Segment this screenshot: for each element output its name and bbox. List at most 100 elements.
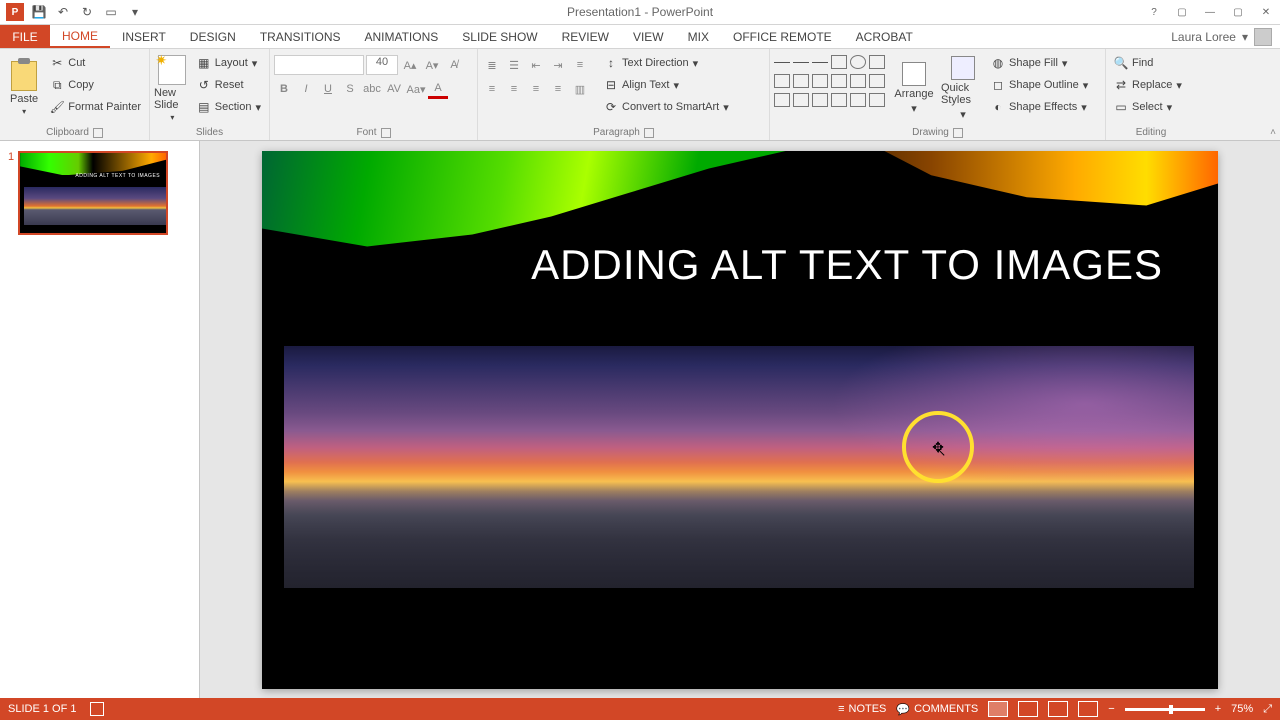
group-font: 40 A▴ A▾ A̸ B I U S abc AV Aa▾ A Font: [270, 49, 478, 140]
shrink-font-icon[interactable]: A▾: [422, 55, 442, 75]
replace-icon: ⇄: [1114, 78, 1128, 92]
tab-review[interactable]: REVIEW: [550, 25, 621, 48]
help-icon[interactable]: ?: [1140, 1, 1168, 23]
cut-button[interactable]: ✂Cut: [46, 53, 145, 73]
redo-icon[interactable]: ↻: [76, 1, 98, 23]
spell-check-icon[interactable]: [90, 702, 104, 716]
slide-canvas-area[interactable]: ADDING ALT TEXT TO IMAGES ✥: [200, 141, 1280, 698]
fit-to-window-icon[interactable]: ⤢: [1263, 703, 1272, 716]
undo-icon[interactable]: ↶: [52, 1, 74, 23]
grow-font-icon[interactable]: A▴: [400, 55, 420, 75]
arrange-button[interactable]: Arrange▾: [889, 51, 939, 125]
tab-design[interactable]: DESIGN: [178, 25, 248, 48]
italic-button[interactable]: I: [296, 79, 316, 99]
start-from-beginning-icon[interactable]: ▭: [100, 1, 122, 23]
text-direction-icon: ↕: [604, 56, 618, 70]
tab-home[interactable]: HOME: [50, 25, 110, 48]
normal-view-icon[interactable]: [988, 701, 1008, 717]
layout-icon: ▦: [197, 56, 211, 70]
spacing-button[interactable]: AV: [384, 79, 404, 99]
align-left-button[interactable]: ≡: [482, 79, 502, 99]
tab-mix[interactable]: MIX: [676, 25, 721, 48]
paragraph-launcher-icon[interactable]: [644, 128, 654, 138]
font-color-button[interactable]: A: [428, 79, 448, 99]
shadow-button[interactable]: abc: [362, 79, 382, 99]
underline-button[interactable]: U: [318, 79, 338, 99]
zoom-slider[interactable]: [1125, 708, 1205, 711]
slide-title[interactable]: ADDING ALT TEXT TO IMAGES: [531, 241, 1163, 289]
justify-button[interactable]: ≡: [548, 79, 568, 99]
slide-image[interactable]: [284, 346, 1194, 588]
tab-file[interactable]: FILE: [0, 25, 50, 48]
strikethrough-button[interactable]: S: [340, 79, 360, 99]
minimize-icon[interactable]: ―: [1196, 1, 1224, 23]
copy-button[interactable]: ⧉Copy: [46, 75, 145, 95]
reset-button[interactable]: ↺Reset: [193, 75, 265, 95]
convert-smartart-button[interactable]: ⟳Convert to SmartArt▾: [600, 97, 733, 117]
align-text-button[interactable]: ⊟Align Text▾: [600, 75, 733, 95]
tab-transitions[interactable]: TRANSITIONS: [248, 25, 353, 48]
bullets-button[interactable]: ≣: [482, 55, 502, 75]
zoom-in-icon[interactable]: +: [1215, 703, 1221, 715]
numbering-button[interactable]: ☰: [504, 55, 524, 75]
tab-animations[interactable]: ANIMATIONS: [352, 25, 450, 48]
app-logo: P: [4, 1, 26, 23]
text-direction-button[interactable]: ↕Text Direction▾: [600, 53, 733, 73]
shape-outline-button[interactable]: ◻Shape Outline▾: [987, 75, 1092, 95]
shape-fill-button[interactable]: ◍Shape Fill▾: [987, 53, 1092, 73]
slide-counter[interactable]: SLIDE 1 OF 1: [8, 703, 76, 715]
tab-office-remote[interactable]: OFFICE REMOTE: [721, 25, 844, 48]
tab-slideshow[interactable]: SLIDE SHOW: [450, 25, 549, 48]
sorter-view-icon[interactable]: [1018, 701, 1038, 717]
paste-button[interactable]: Paste ▾: [4, 51, 44, 125]
comments-button[interactable]: 💬 COMMENTS: [896, 703, 978, 716]
notes-button[interactable]: ≡ NOTES: [838, 703, 886, 715]
tab-acrobat[interactable]: ACROBAT: [844, 25, 925, 48]
slideshow-view-icon[interactable]: [1078, 701, 1098, 717]
zoom-level[interactable]: 75%: [1231, 703, 1253, 715]
user-account[interactable]: Laura Loree▾: [1163, 25, 1280, 48]
section-button[interactable]: ▤Section▾: [193, 97, 265, 117]
change-case-button[interactable]: Aa▾: [406, 79, 426, 99]
slide-thumbnail[interactable]: ADDING ALT TEXT TO IMAGES: [18, 151, 168, 235]
new-slide-button[interactable]: New Slide ▾: [154, 51, 191, 125]
select-button[interactable]: ▭Select▾: [1110, 97, 1192, 117]
drawing-launcher-icon[interactable]: [953, 128, 963, 138]
fill-icon: ◍: [991, 56, 1005, 70]
shape-effects-button[interactable]: ◐Shape Effects▾: [987, 97, 1092, 117]
close-icon[interactable]: ✕: [1252, 1, 1280, 23]
columns-button[interactable]: ▥: [570, 79, 590, 99]
font-family-select[interactable]: [274, 55, 364, 75]
slide[interactable]: ADDING ALT TEXT TO IMAGES ✥: [262, 151, 1218, 689]
format-painter-button[interactable]: 🖌Format Painter: [46, 97, 145, 117]
clear-formatting-icon[interactable]: A̸: [444, 55, 464, 75]
smartart-icon: ⟳: [604, 100, 618, 114]
layout-button[interactable]: ▦Layout▾: [193, 53, 265, 73]
qat-dropdown-icon[interactable]: ▾: [124, 1, 146, 23]
font-launcher-icon[interactable]: [381, 128, 391, 138]
shapes-gallery[interactable]: [774, 51, 887, 125]
group-clipboard: Paste ▾ ✂Cut ⧉Copy 🖌Format Painter Clipb…: [0, 49, 150, 140]
section-icon: ▤: [197, 100, 211, 114]
group-paragraph: ≣ ☰ ⇤ ⇥ ≡ ≡ ≡ ≡ ≡ ▥ ↕Text Direction▾ ⊟Al…: [478, 49, 770, 140]
find-button[interactable]: 🔍Find: [1110, 53, 1192, 73]
replace-button[interactable]: ⇄Replace▾: [1110, 75, 1192, 95]
zoom-out-icon[interactable]: −: [1108, 703, 1114, 715]
quick-access-toolbar: P 💾 ↶ ↻ ▭ ▾: [0, 1, 146, 23]
maximize-icon[interactable]: ▢: [1224, 1, 1252, 23]
tab-insert[interactable]: INSERT: [110, 25, 178, 48]
decrease-indent-button[interactable]: ⇤: [526, 55, 546, 75]
ribbon-display-icon[interactable]: ▢: [1168, 1, 1196, 23]
bold-button[interactable]: B: [274, 79, 294, 99]
font-size-select[interactable]: 40: [366, 55, 398, 75]
align-right-button[interactable]: ≡: [526, 79, 546, 99]
increase-indent-button[interactable]: ⇥: [548, 55, 568, 75]
line-spacing-button[interactable]: ≡: [570, 55, 590, 75]
save-icon[interactable]: 💾: [28, 1, 50, 23]
reading-view-icon[interactable]: [1048, 701, 1068, 717]
collapse-ribbon-icon[interactable]: ˄: [1270, 127, 1276, 138]
clipboard-launcher-icon[interactable]: [93, 128, 103, 138]
tab-view[interactable]: VIEW: [621, 25, 676, 48]
align-center-button[interactable]: ≡: [504, 79, 524, 99]
quick-styles-button[interactable]: Quick Styles▾: [941, 51, 985, 125]
